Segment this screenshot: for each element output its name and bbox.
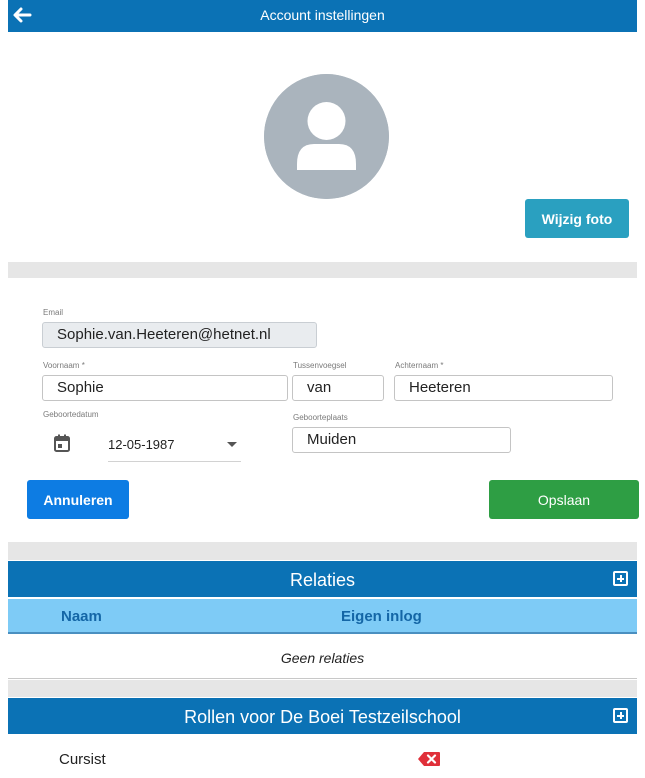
- save-button[interactable]: Opslaan: [489, 480, 639, 519]
- email-field[interactable]: Sophie.van.Heeteren@hetnet.nl: [42, 322, 317, 348]
- first-name-field[interactable]: Sophie: [42, 375, 288, 401]
- infix-label: Tussenvoegsel: [293, 361, 347, 370]
- infix-field[interactable]: van: [292, 375, 384, 401]
- birth-date-value[interactable]: 12-05-1987: [108, 437, 175, 452]
- plus-square-icon[interactable]: [613, 571, 628, 586]
- relations-empty-text: Geen relaties: [280, 650, 365, 666]
- delete-x-icon[interactable]: [417, 751, 441, 767]
- table-row-divider: [8, 678, 637, 679]
- calendar-icon[interactable]: [54, 434, 70, 452]
- relations-title: Relaties: [289, 570, 356, 590]
- section-divider: [8, 542, 637, 560]
- last-name-label: Achternaam *: [395, 361, 444, 370]
- top-bar: Account instellingen: [8, 0, 637, 32]
- relations-table-header: Naam Eigen inlog: [8, 599, 637, 634]
- last-name-field[interactable]: Heeteren: [394, 375, 613, 401]
- birth-date-underline: [108, 461, 241, 462]
- roles-title: Rollen voor De Boei Testzeilschool: [184, 707, 461, 727]
- roles-header: Rollen voor De Boei Testzeilschool: [8, 698, 637, 734]
- avatar: [264, 74, 389, 199]
- section-divider: [8, 262, 637, 278]
- plus-square-icon[interactable]: [613, 708, 628, 723]
- email-label: Email: [43, 308, 64, 317]
- column-own-login: Eigen inlog: [341, 608, 422, 625]
- birth-place-field[interactable]: Muiden: [292, 427, 511, 453]
- avatar-placeholder-icon: [264, 74, 389, 199]
- birth-date-label: Geboortedatum: [43, 410, 99, 419]
- first-name-label: Voornaam *: [43, 361, 85, 370]
- section-divider: [8, 680, 637, 697]
- birth-place-label: Geboorteplaats: [293, 413, 348, 422]
- cancel-button[interactable]: Annuleren: [27, 480, 129, 519]
- chevron-down-icon[interactable]: [227, 442, 237, 447]
- role-name: Cursist: [59, 751, 106, 768]
- relations-header: Relaties: [8, 561, 637, 597]
- page-title: Account instellingen: [260, 7, 385, 23]
- column-name: Naam: [61, 608, 102, 625]
- change-photo-button[interactable]: Wijzig foto: [525, 199, 629, 238]
